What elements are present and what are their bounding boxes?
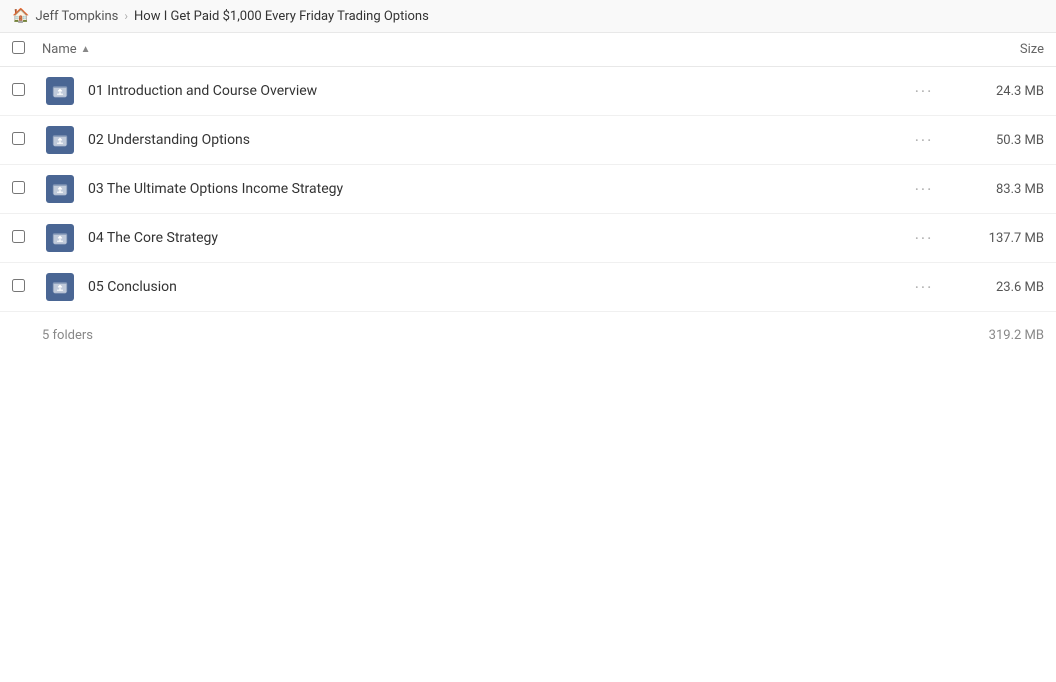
table-row: 04 The Core Strategy ··· 137.7 MB [0, 214, 1056, 263]
home-icon: 🏠 [12, 8, 29, 24]
row-name[interactable]: 03 The Ultimate Options Income Strategy [78, 181, 894, 197]
row-size: 23.6 MB [954, 280, 1044, 295]
row-actions-menu[interactable]: ··· [894, 131, 954, 150]
table-footer: 5 folders 319.2 MB [0, 312, 1056, 359]
folder-icon [46, 175, 74, 203]
file-list: 01 Introduction and Course Overview ··· … [0, 67, 1056, 312]
table-row: 01 Introduction and Course Overview ··· … [0, 67, 1056, 116]
row-name[interactable]: 02 Understanding Options [78, 132, 894, 148]
folder-icon-wrapper [42, 224, 78, 252]
table-row: 02 Understanding Options ··· 50.3 MB [0, 116, 1056, 165]
row-actions-menu[interactable]: ··· [894, 278, 954, 297]
folder-icon-wrapper [42, 126, 78, 154]
row-actions-menu[interactable]: ··· [894, 180, 954, 199]
header-checkbox[interactable] [12, 41, 42, 58]
table-row: 03 The Ultimate Options Income Strategy … [0, 165, 1056, 214]
sort-icon: ▲ [81, 44, 91, 55]
row-actions-menu[interactable]: ··· [894, 82, 954, 101]
folder-icon-wrapper [42, 77, 78, 105]
header-name-label: Name [42, 42, 77, 57]
header-name-column[interactable]: Name ▲ [42, 42, 944, 57]
row-actions-menu[interactable]: ··· [894, 229, 954, 248]
footer-count: 5 folders [12, 328, 93, 343]
row-name[interactable]: 01 Introduction and Course Overview [78, 83, 894, 99]
row-size: 83.3 MB [954, 182, 1044, 197]
row-checkbox-2[interactable] [12, 132, 42, 149]
folder-icon [46, 77, 74, 105]
folder-icon-wrapper [42, 273, 78, 301]
table-header: Name ▲ Size [0, 33, 1056, 67]
select-all-checkbox[interactable] [12, 41, 25, 54]
row-checkbox-4[interactable] [12, 230, 42, 247]
row-name[interactable]: 05 Conclusion [78, 279, 894, 295]
row-checkbox-3[interactable] [12, 181, 42, 198]
row-size: 137.7 MB [954, 231, 1044, 246]
breadcrumb-separator: › [124, 9, 128, 23]
row-size: 50.3 MB [954, 133, 1044, 148]
folder-icon [46, 273, 74, 301]
table-row: 05 Conclusion ··· 23.6 MB [0, 263, 1056, 312]
row-size: 24.3 MB [954, 84, 1044, 99]
breadcrumb: 🏠 Jeff Tompkins › How I Get Paid $1,000 … [0, 0, 1056, 33]
row-checkbox-1[interactable] [12, 83, 42, 100]
breadcrumb-current: How I Get Paid $1,000 Every Friday Tradi… [134, 9, 429, 24]
header-size-column: Size [944, 42, 1044, 57]
row-checkbox-5[interactable] [12, 279, 42, 296]
folder-icon-wrapper [42, 175, 78, 203]
breadcrumb-home-link[interactable]: Jeff Tompkins [35, 9, 118, 24]
folder-icon [46, 126, 74, 154]
row-name[interactable]: 04 The Core Strategy [78, 230, 894, 246]
folder-icon [46, 224, 74, 252]
footer-total-size: 319.2 MB [989, 328, 1044, 343]
